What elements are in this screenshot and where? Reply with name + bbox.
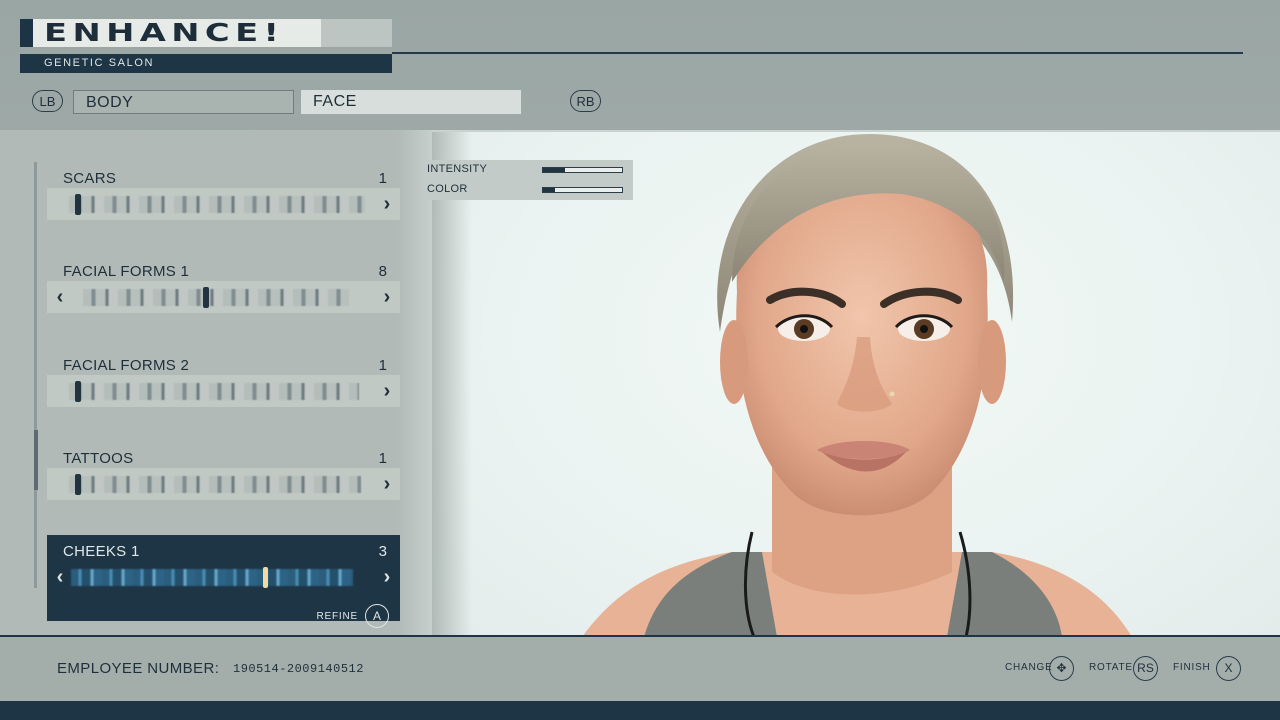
variant-strip [69, 196, 365, 213]
variant-strip [69, 476, 361, 493]
character-preview[interactable] [432, 130, 1280, 635]
variant-strip [69, 383, 359, 400]
slider-marker[interactable] [202, 287, 209, 308]
option-label: FACIAL FORMS 1 [63, 263, 190, 280]
option-count: 1 [378, 357, 387, 374]
footer-bottom-strip [0, 701, 1280, 720]
tab-face[interactable]: FACE [301, 90, 521, 114]
scrollbar-track[interactable] [34, 162, 37, 588]
option-slider[interactable]: › [47, 375, 400, 407]
chevron-right-icon[interactable]: › [380, 287, 394, 307]
slider-marker[interactable] [262, 567, 268, 588]
option-label: SCARS [63, 170, 117, 187]
intensity-slider[interactable] [542, 167, 623, 173]
variant-strip [83, 289, 349, 306]
chevron-left-icon[interactable]: ‹ [53, 287, 67, 307]
intensity-fill [543, 168, 566, 172]
header-divider [392, 52, 1243, 54]
adjustment-panel: INTENSITY COLOR [424, 160, 633, 200]
slider-marker[interactable] [74, 194, 81, 215]
slider-marker[interactable] [74, 381, 81, 402]
option-slider[interactable]: › [47, 188, 400, 220]
page-subtitle: GENETIC SALON [44, 57, 155, 69]
refine-label: REFINE [316, 611, 358, 622]
intensity-label: INTENSITY [427, 163, 488, 175]
chevron-left-icon[interactable]: ‹ [53, 567, 67, 587]
hint-finish-label: FINISH [1173, 662, 1211, 673]
option-count: 8 [378, 263, 387, 280]
brand-accent [20, 19, 33, 47]
option-label: FACIAL FORMS 2 [63, 357, 190, 374]
employee-number-label: EMPLOYEE NUMBER: [57, 660, 220, 677]
scrollbar-thumb[interactable] [34, 430, 38, 490]
chevron-right-icon[interactable]: › [380, 567, 394, 587]
tab-next-button[interactable]: RB [570, 90, 601, 112]
option-count: 3 [378, 543, 387, 560]
dpad-icon[interactable]: ✥ [1049, 656, 1074, 681]
color-fill [543, 188, 555, 192]
finish-button[interactable]: X [1216, 656, 1241, 681]
chevron-right-icon[interactable]: › [380, 194, 394, 214]
refine-button[interactable]: A [365, 604, 389, 628]
color-slider[interactable] [542, 187, 623, 193]
variant-strip [71, 569, 353, 586]
option-count: 1 [378, 170, 387, 187]
chevron-right-icon[interactable]: › [380, 381, 394, 401]
hint-change-label: CHANGE [1005, 662, 1053, 673]
option-label: CHEEKS 1 [63, 543, 140, 560]
color-row: COLOR [424, 180, 633, 200]
rotate-button[interactable]: RS [1133, 656, 1158, 681]
color-label: COLOR [427, 183, 468, 195]
option-label: TATTOOS [63, 450, 134, 467]
slider-marker[interactable] [74, 474, 81, 495]
intensity-row: INTENSITY [424, 160, 633, 180]
character-portrait-icon [583, 133, 1131, 635]
employee-number-value: 190514-2009140512 [233, 662, 364, 676]
hint-rotate-label: ROTATE [1089, 662, 1133, 673]
tab-body[interactable]: BODY [73, 90, 294, 114]
option-count: 1 [378, 450, 387, 467]
option-slider[interactable]: ‹ › [47, 561, 400, 593]
option-slider[interactable]: ‹ › [47, 281, 400, 313]
page-title: ENHANCE! [44, 18, 285, 47]
chevron-right-icon[interactable]: › [380, 474, 394, 494]
tab-prev-button[interactable]: LB [32, 90, 63, 112]
option-slider[interactable]: › [47, 468, 400, 500]
